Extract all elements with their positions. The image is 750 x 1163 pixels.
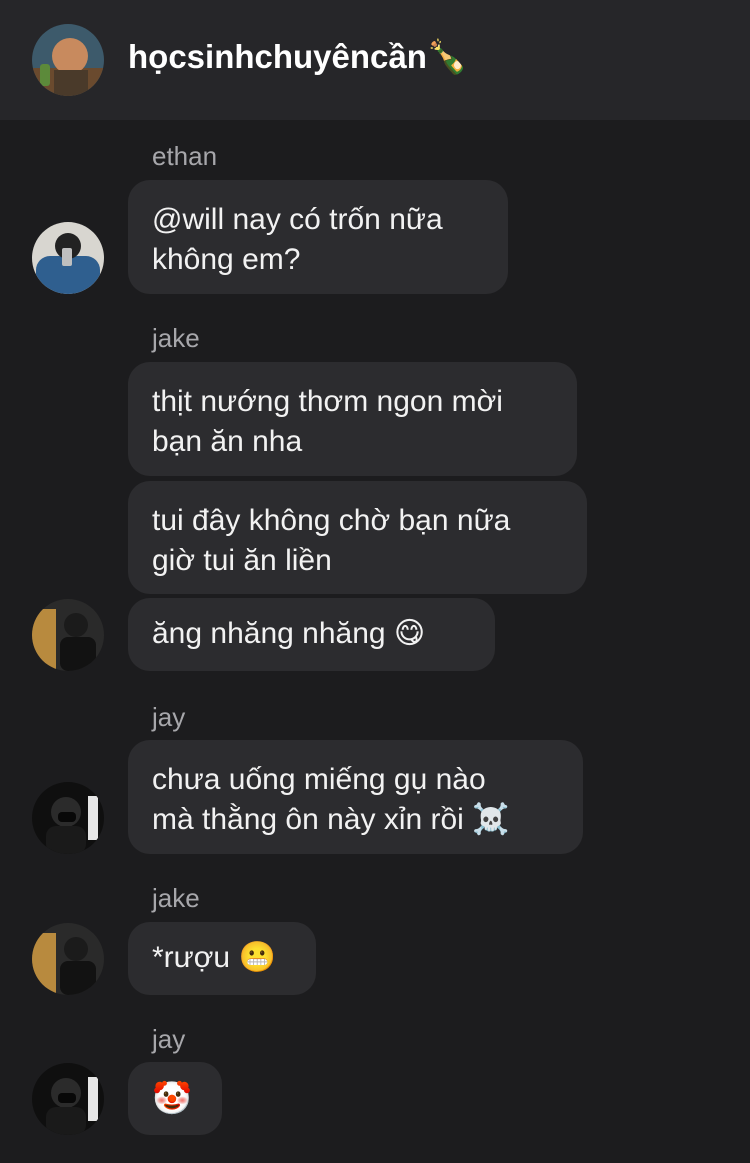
message-line: chưa uống miếng gụ nào [152,763,486,796]
group-avatar[interactable] [32,24,104,96]
message-bubble[interactable]: *rượu 😬 [128,922,316,995]
message-line: @will nay có trốn nữa [152,203,443,236]
sender-name: jay [152,1024,186,1054]
message-line: ăng nhăng nhăng 😋 [152,617,426,650]
sender-name: ethan [152,141,218,171]
message-bubble[interactable]: @will nay có trốn nữa không em? [128,180,508,294]
chat-header: họcsinhchuyêncần🍾 [0,0,750,120]
jake-avatar-image [32,599,104,671]
jay-avatar[interactable] [32,782,104,854]
message-bubble[interactable]: tui đây không chờ bạn nữa giờ tui ăn liề… [128,481,587,594]
sender-name: jay [152,702,186,732]
message-line: tui đây không chờ bạn nữa [152,504,511,537]
message-line: bạn ăn nha [152,425,303,458]
jay-avatar-image [32,1063,104,1135]
ethan-avatar-image [32,222,104,294]
message-line: không em? [152,243,301,276]
message-line: *rượu 😬 [152,941,276,974]
group-avatar-image [32,24,104,96]
message-bubble[interactable]: ăng nhăng nhăng 😋 [128,598,495,671]
jay-avatar-image [32,782,104,854]
chat-title: họcsinhchuyêncần🍾 [128,38,468,75]
jake-avatar-image [32,923,104,995]
sender-name: jake [152,883,200,913]
message-bubble[interactable]: thịt nướng thơm ngon mời bạn ăn nha [128,362,577,476]
message-bubble[interactable]: 🤡 [128,1062,222,1135]
jake-avatar[interactable] [32,599,104,671]
message-line: giờ tui ăn liền [152,544,332,577]
jay-avatar[interactable] [32,1063,104,1135]
message-line: thịt nướng thơm ngon mời [152,385,503,418]
jake-avatar[interactable] [32,923,104,995]
message-bubble[interactable]: chưa uống miếng gụ nào mà thằng ôn này x… [128,740,583,854]
message-line: mà thằng ôn này xỉn rồi ☠️ [152,803,510,836]
message-line: 🤡 [152,1079,192,1117]
sender-name: jake [152,323,200,353]
ethan-avatar[interactable] [32,222,104,294]
